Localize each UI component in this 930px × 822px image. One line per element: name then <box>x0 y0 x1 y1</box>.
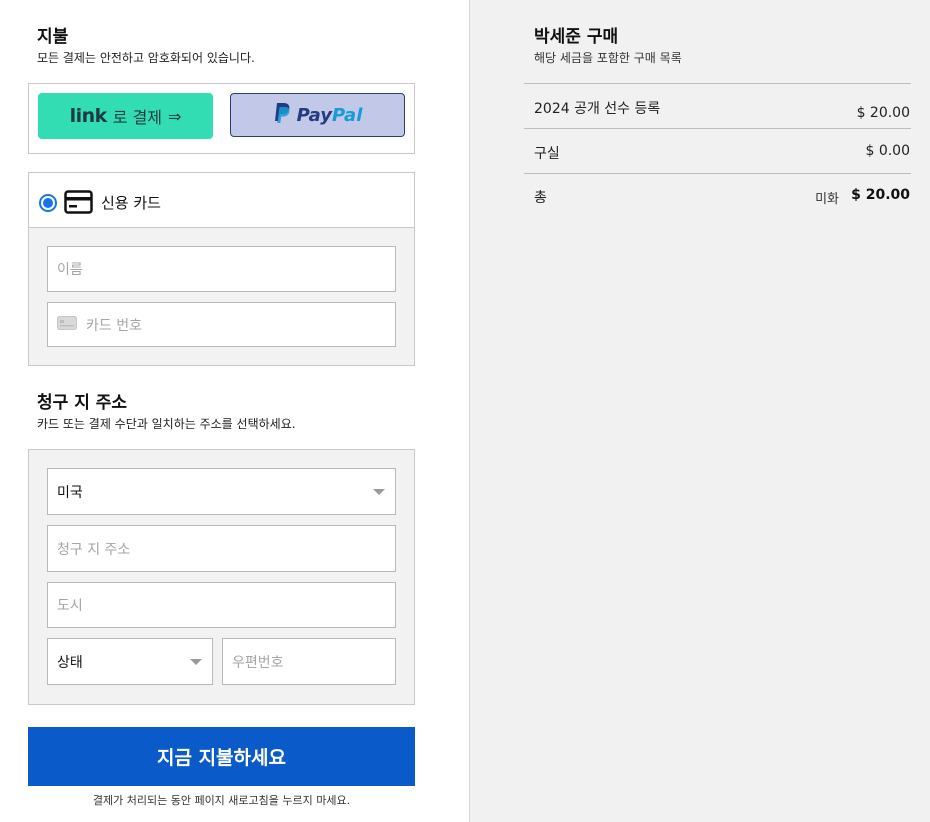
refresh-warning: 결제가 처리되는 동안 페이지 새로고침을 누르지 마세요. <box>92 794 351 807</box>
chevron-down-icon <box>190 659 202 665</box>
zip-input[interactable]: 우편번호 <box>222 638 396 685</box>
card-brand-icon <box>57 315 77 334</box>
arrow-right-icon: ⇒ <box>168 106 182 126</box>
summary-subtitle: 해당 세금을 포함한 구매 목록 <box>534 51 682 65</box>
line-item-value: $ 20.00 <box>856 105 910 121</box>
pay-now-button[interactable]: 지금 지불하세요 <box>28 727 415 786</box>
billing-address-placeholder: 청구 지 주소 <box>57 541 131 558</box>
link-pay-button[interactable]: link 로 결제 ⇒ <box>38 93 213 139</box>
payment-panel: 지불 모든 결제는 안전하고 암호화되어 있습니다. link 로 결제 ⇒ P… <box>0 0 469 822</box>
billing-address-input[interactable]: 청구 지 주소 <box>47 525 396 572</box>
divider <box>524 83 911 84</box>
link-logo: link <box>69 105 108 127</box>
billing-address-section: 미국 청구 지 주소 도시 상태 우편번호 <box>28 449 415 705</box>
line-item-label: 구실 <box>534 146 560 162</box>
payment-subtitle: 모든 결제는 안전하고 암호화되어 있습니다. <box>37 51 255 65</box>
link-pay-label: 로 결제 <box>112 108 163 127</box>
city-placeholder: 도시 <box>57 598 83 614</box>
name-placeholder: 이름 <box>57 262 83 278</box>
zip-placeholder: 우편번호 <box>232 654 284 671</box>
total-label: 총 <box>534 190 547 206</box>
line-item-value: $ 0.00 <box>865 143 910 159</box>
state-select[interactable]: 상태 <box>47 638 213 685</box>
total-currency: 미화 <box>815 192 839 207</box>
payment-title: 지불 <box>37 27 69 47</box>
country-value: 미국 <box>57 484 83 501</box>
credit-card-radio[interactable] <box>39 194 57 212</box>
total-value: $ 20.00 <box>851 187 910 203</box>
paypal-label-pay: Pay <box>296 104 332 126</box>
credit-card-label: 신용 카드 <box>101 194 161 212</box>
divider <box>524 173 911 174</box>
card-number-placeholder: 카드 번호 <box>86 317 142 334</box>
credit-card-icon <box>64 190 93 218</box>
state-value: 상태 <box>57 654 83 671</box>
city-input[interactable]: 도시 <box>47 582 396 628</box>
line-item-label: 2024 공개 선수 등록 <box>534 101 661 117</box>
chevron-down-icon <box>373 489 385 495</box>
card-number-input[interactable]: 카드 번호 <box>47 302 396 347</box>
summary-title: 박세준 구매 <box>534 27 619 47</box>
billing-title: 청구 지 주소 <box>37 393 128 413</box>
order-summary-panel: 박세준 구매 해당 세금을 포함한 구매 목록 2024 공개 선수 등록 $ … <box>469 0 930 822</box>
country-select[interactable]: 미국 <box>47 468 396 515</box>
credit-card-section: 신용 카드 이름 카드 번호 <box>28 172 415 366</box>
paypal-button[interactable]: PayPal <box>230 93 405 137</box>
name-input[interactable]: 이름 <box>47 246 396 292</box>
billing-subtitle: 카드 또는 결제 수단과 일치하는 주소를 선택하세요. <box>37 417 296 431</box>
paypal-label-pal: Pal <box>332 104 363 126</box>
divider <box>524 128 911 129</box>
credit-card-option[interactable]: 신용 카드 <box>29 173 414 228</box>
wallet-buttons: link 로 결제 ⇒ PayPal <box>28 83 415 154</box>
paypal-icon <box>273 102 291 128</box>
